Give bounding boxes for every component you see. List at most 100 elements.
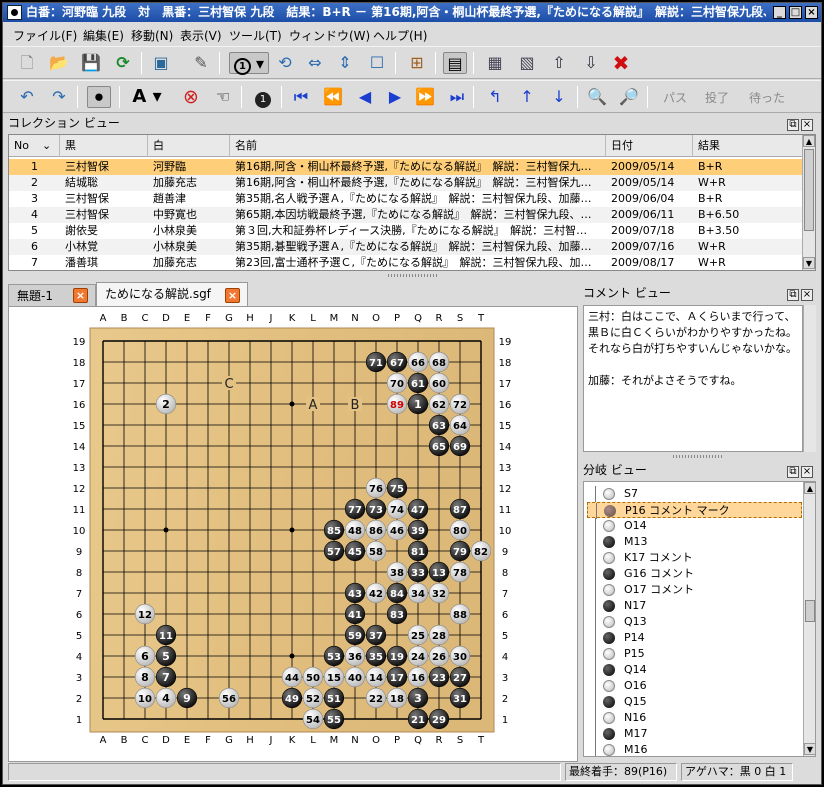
menu-move[interactable]: 移動(N) (131, 27, 173, 44)
search-next-icon[interactable]: 🔎 (617, 86, 641, 108)
variation-item[interactable]: O14 (587, 518, 802, 534)
close-panel-icon[interactable]: × (801, 119, 813, 131)
col-result[interactable]: 結果 (693, 135, 804, 157)
col-no[interactable]: No ⌄ (9, 135, 60, 157)
maximize-button[interactable]: □ (789, 6, 802, 19)
float-icon[interactable]: ⧉ (787, 289, 799, 301)
variation-item[interactable]: P16 コメント マーク (587, 502, 802, 519)
table-row[interactable]: 1 三村智保 河野臨 第16期,阿含・桐山杯最終予選,『ためになる解説』 解説：三村智… (9, 159, 804, 175)
search-prev-icon[interactable]: 🔍 (585, 86, 609, 108)
back-ten-icon[interactable]: ⏪ (321, 86, 345, 108)
menu-window[interactable]: ウィンドウ(W) (289, 27, 370, 44)
table-row[interactable]: 4 三村智保 中野寛也 第65期,本因坊戦最終予選,『ためになる解説』 解説：三村智保… (9, 207, 804, 223)
close-button[interactable]: × (805, 6, 818, 19)
undo-icon[interactable]: ↶ (15, 86, 39, 108)
reload-icon[interactable]: ⟳ (111, 52, 135, 74)
edit-icon[interactable]: ✎ (189, 52, 213, 74)
variation-scrollbar[interactable]: ▲ ▼ (803, 482, 815, 756)
go-board[interactable]: AABBCCDDEEFFGGHHJJKKLLMMNNOOPPQQRRSSTT19… (9, 307, 577, 761)
save-icon[interactable]: 💾 (79, 52, 103, 74)
variation-item[interactable]: Q13 (587, 614, 802, 630)
first-move-icon[interactable]: ⏮ (289, 86, 313, 108)
flip-horizontal-icon[interactable]: ⇔ (303, 52, 327, 74)
move-number-icon[interactable]: 1 (251, 86, 275, 108)
variation-item[interactable]: N16 (587, 710, 802, 726)
last-move-icon[interactable]: ⏭ (445, 86, 469, 108)
variation-item[interactable]: S7 (587, 486, 802, 502)
stone-mode-icon[interactable]: ⚫ (87, 86, 111, 108)
new-file-icon[interactable]: 🗋 (15, 52, 39, 74)
move-number-dropdown[interactable]: 1 ▾ (229, 52, 269, 75)
variation-item[interactable]: M17 (587, 726, 802, 742)
previous-branch-icon[interactable]: ↑ (515, 86, 539, 108)
open-folder-icon[interactable]: 📂 (47, 52, 71, 74)
menu-view[interactable]: 表示(V) (180, 27, 222, 44)
pass-button[interactable]: パス (663, 89, 687, 106)
parent-branch-icon[interactable]: ↰ (483, 86, 507, 108)
table-row[interactable]: 7 潘善琪 加藤充志 第23回,富士通杯予選Ｃ,『ためになる解説』 解説：三村智保九段… (9, 255, 804, 271)
col-date[interactable]: 日付 (606, 135, 693, 157)
list-view-icon[interactable]: ▤ (443, 52, 467, 74)
rotate-icon[interactable]: ⟲ (273, 52, 297, 74)
hand-icon[interactable]: ☜ (211, 86, 235, 108)
scroll-down-icon[interactable]: ▼ (804, 743, 815, 755)
comment-text[interactable]: 三村：白はここで、Ａくらいまで行って、黒Ｂに白Ｃくらいがわかりやすかったね。それ… (583, 305, 803, 452)
scroll-down-icon[interactable]: ▼ (803, 257, 815, 269)
square-icon[interactable]: ☐ (365, 52, 389, 74)
move-number: 24 (411, 652, 425, 663)
collection-search-icon[interactable]: ▧ (515, 52, 539, 74)
table-cell: 2 (31, 176, 38, 189)
menu-tools[interactable]: ツール(T) (229, 27, 282, 44)
delete-icon[interactable]: ✖ (609, 52, 633, 74)
text-mode-icon[interactable]: A ▾ (129, 86, 165, 108)
flip-vertical-icon[interactable]: ⇕ (333, 52, 357, 74)
variation-item[interactable]: P14 (587, 630, 802, 646)
table-row[interactable]: 2 結城聡 加藤充志 第16期,阿含・桐山杯最終予選,『ためになる解説』 解説：三村智… (9, 175, 804, 191)
tree-icon[interactable]: ⊞ (405, 52, 429, 74)
move-down-icon[interactable]: ⇩ (579, 52, 603, 74)
image-icon[interactable]: ▣ (149, 52, 173, 74)
variation-item[interactable]: Q14 (587, 662, 802, 678)
redo-icon[interactable]: ↷ (47, 86, 71, 108)
close-panel-icon[interactable]: × (801, 466, 813, 478)
float-icon[interactable]: ⧉ (787, 119, 799, 131)
resign-button[interactable]: 投了 (705, 89, 729, 106)
variation-item[interactable]: M13 (587, 534, 802, 550)
tab-untitled[interactable]: 無題-1 × (8, 284, 96, 306)
menu-file[interactable]: ファイル(F) (13, 27, 77, 44)
menu-help[interactable]: ヘルプ(H) (373, 27, 427, 44)
forward-one-icon[interactable]: ▶ (383, 86, 407, 108)
close-tab-icon[interactable]: × (225, 288, 240, 303)
comment-scrollbar[interactable] (803, 305, 816, 452)
table-row[interactable]: 6 小林覚 小林泉美 第35期,碁聖戦予選Ａ,『ためになる解説』 解説：三村智保九段、… (9, 239, 804, 255)
close-tab-icon[interactable]: × (73, 288, 88, 303)
undo-move-button[interactable]: 待った (749, 89, 785, 106)
table-row[interactable]: 5 謝依旻 小林泉美 第３回,大和証券杯レディース決勝,『ためになる解説』 解説：三村… (9, 223, 804, 239)
menu-edit[interactable]: 編集(E) (83, 27, 124, 44)
col-name[interactable]: 名前 (230, 135, 606, 157)
float-icon[interactable]: ⧉ (787, 466, 799, 478)
variation-item[interactable]: Q15 (587, 694, 802, 710)
variation-item[interactable]: O17 コメント (587, 582, 802, 598)
back-one-icon[interactable]: ◀ (353, 86, 377, 108)
collection-scrollbar[interactable]: ▲ ▼ (802, 135, 815, 270)
variation-item[interactable]: N17 (587, 598, 802, 614)
variation-item[interactable]: G16 コメント (587, 566, 802, 582)
scroll-up-icon[interactable]: ▲ (803, 135, 815, 147)
minimize-button[interactable]: _ (773, 6, 786, 19)
stop-icon[interactable]: ⊗ (179, 86, 203, 108)
col-black[interactable]: 黒 (60, 135, 148, 157)
next-branch-icon[interactable]: ↓ (547, 86, 571, 108)
close-panel-icon[interactable]: × (801, 289, 813, 301)
scroll-up-icon[interactable]: ▲ (804, 482, 815, 494)
move-up-icon[interactable]: ⇧ (547, 52, 571, 74)
variation-item[interactable]: P15 (587, 646, 802, 662)
table-row[interactable]: 3 三村智保 趙善津 第35期,名人戦予選Ａ,『ためになる解説』 解説：三村智保九段、… (9, 191, 804, 207)
variation-item[interactable]: M16 (587, 742, 802, 756)
collection-edit-icon[interactable]: ▦ (483, 52, 507, 74)
variation-item[interactable]: O16 (587, 678, 802, 694)
variation-item[interactable]: K17 コメント (587, 550, 802, 566)
tab-sgf[interactable]: ためになる解説.sgf × (96, 282, 248, 306)
col-white[interactable]: 白 (148, 135, 230, 157)
forward-ten-icon[interactable]: ⏩ (413, 86, 437, 108)
